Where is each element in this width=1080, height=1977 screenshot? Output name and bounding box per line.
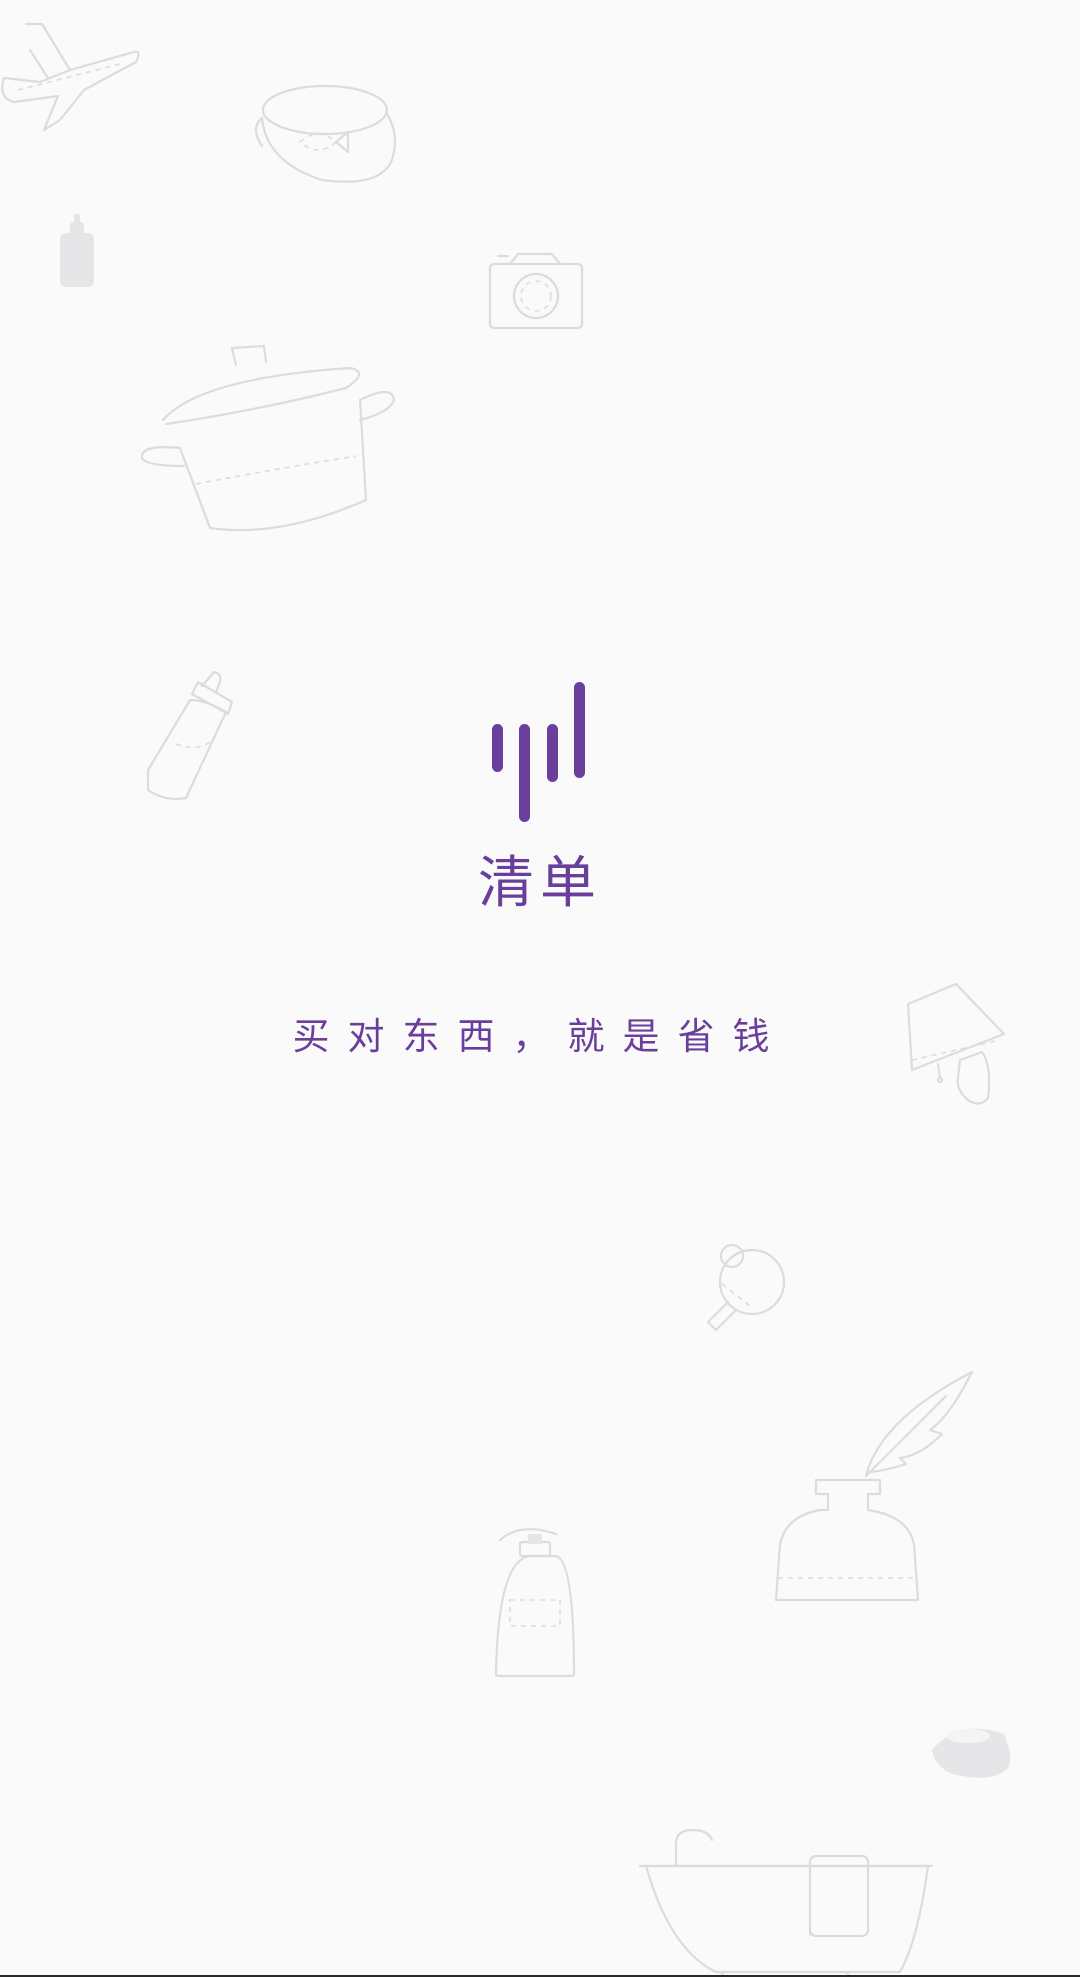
bathtub-icon (638, 1828, 934, 1977)
app-logo-icon (488, 682, 592, 822)
background-doodles (1, 22, 1011, 1977)
baby-bottle-icon (146, 670, 234, 801)
soap-bottle-icon (60, 214, 94, 287)
lotion-pump-bottle-icon (494, 1528, 576, 1678)
logo-bar-1 (492, 724, 503, 772)
app-slogan: 买对东西，就是省钱 (292, 1015, 788, 1058)
logo-bar-4 (574, 682, 585, 778)
camera-icon (488, 252, 584, 330)
pet-bowl-icon (254, 84, 397, 183)
ink-bottle-quill-icon (774, 1370, 974, 1602)
splash-screen: 清单 买对东西，就是省钱 (0, 0, 1080, 1977)
logo-bar-3 (547, 724, 558, 782)
small-bowl-icon (932, 1728, 1011, 1778)
airplane-icon (1, 22, 140, 132)
logo-bar-2 (519, 724, 530, 822)
cooking-pot-icon (140, 344, 396, 532)
app-name: 清单 (478, 851, 602, 916)
ping-pong-paddle-icon (706, 1243, 786, 1332)
